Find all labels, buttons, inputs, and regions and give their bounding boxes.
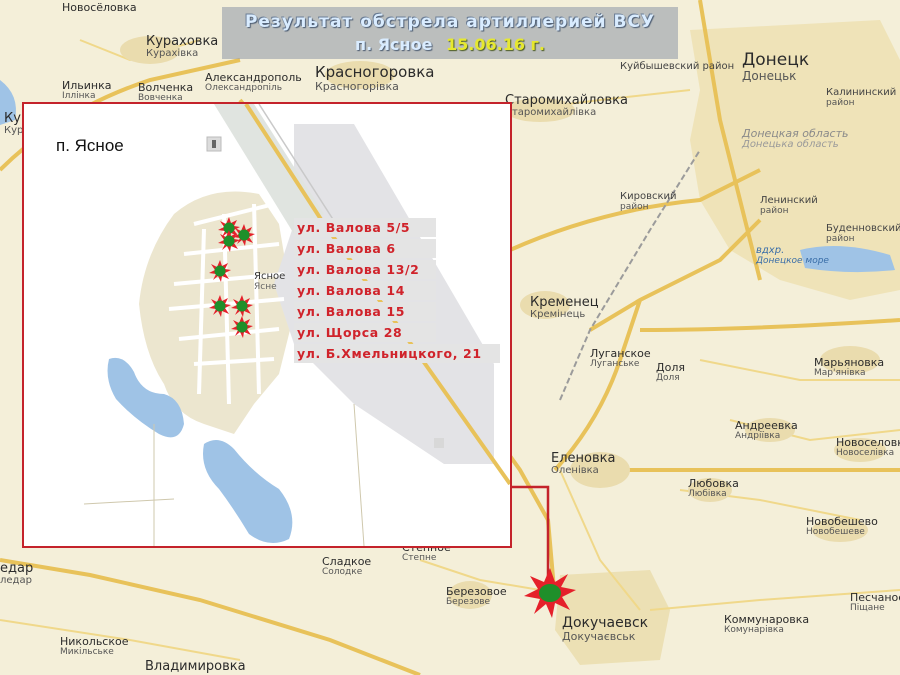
address-item: ул. Щорса 28 [294,323,436,342]
map-label-kirovsky: Кировский район [620,191,677,212]
map-view[interactable]: Новосёловка Кураховка Курахівка Ильинка Іл… [0,0,900,675]
map-label-berezovoe: Березовое Березове [446,585,507,607]
title-text: Результат обстрела артиллерией ВСУ [244,12,656,32]
map-label-kuybyshevsky: Куйбышевский район [620,61,735,72]
inset-title: п. Ясное [56,136,124,155]
map-label-lyubovka: Любовка Любівка [688,477,739,499]
village-label: Ясное Ясне [254,271,286,292]
map-label-budennovsky: Буденновский район [826,223,900,244]
map-label-ugledar: едар ледар [0,561,34,586]
map-label-volchenka: Волченка Вовченка [138,81,194,103]
building-marker [434,438,444,448]
title-banner: Результат обстрела артиллерией ВСУ п. Яс… [222,7,678,59]
title-place: п. Ясное [355,35,433,54]
title-date: 15.06.16 г. [446,35,545,54]
address-item: ул. Валова 13/2 [294,260,436,279]
map-label-kalininsky: Калининский район [826,87,897,108]
map-label-nikolskoe: Никольское Микільське [60,635,129,657]
map-label-vladimirovka: Владимировка [145,659,246,674]
monument-icon [206,136,222,152]
map-label-sladkoe: Сладкое Солодке [322,555,372,577]
inset-map: п. Ясное Ясное Ясне ул. Валова 5/5 ул. В… [22,102,512,548]
map-label-kremenets: Кременец Кремінець [530,295,599,320]
map-label-ilyinka: Ильинка Іллінка [62,79,112,101]
map-label-donetsk: Донецк Донецьк [742,50,810,83]
map-label-kurakhovka: Кураховка Курахівка [146,34,219,59]
map-label-maryanovka: Марьяновка Мар'янівка [814,356,885,378]
address-list: ул. Валова 5/5 ул. Валова 6 ул. Валова 1… [294,218,500,365]
address-item: ул. Б.Хмельницкого, 21 [294,344,500,363]
address-item: ул. Валова 14 [294,281,436,300]
map-label-luganskoe: Луганское Луганське [590,347,651,369]
village-label-ua: Ясне [254,281,277,292]
map-label-dokuchaevsk: Докучаевск Докучаєвськ [562,615,649,643]
map-label-krasnogorovka: Красногоровка Красногорівка [315,63,435,93]
map-label-staromikhaylovka: Старомихайловка Старомихайлівка [505,93,628,118]
map-label-aleksandropol: Александрополь Олександропіль [205,71,302,93]
map-label-reservoir: вдхр. Донецкое море [756,245,829,266]
map-label-andreevka: Андреевка Андріївка [735,419,798,441]
map-label-yelenovka: Еленовка Оленівка [551,451,616,476]
address-item: ул. Валова 15 [294,302,436,321]
map-label-oblast: Донецкая область Донецька область [742,127,849,150]
address-item: ул. Валова 5/5 [294,218,436,237]
map-label-novobeshevo: Новобешево Новобешеве [806,515,878,537]
village-label-ru: Ясное [254,271,286,282]
map-label-novoselovka: Новосёловка [62,1,137,14]
map-label-peschanoe: Песчаное Піщане [850,591,900,613]
map-label-leninsky: Ленинский район [760,195,818,216]
map-label-kommunarovka: Коммунаровка Комунарівка [724,613,810,635]
map-label-novoselovka2: НовоселовкаНовоселівка [836,436,900,458]
address-item: ул. Валова 6 [294,239,436,258]
title-subline: п. Ясное 15.06.16 г. [222,35,678,54]
map-label-dolya: Доля Доля [656,361,685,383]
